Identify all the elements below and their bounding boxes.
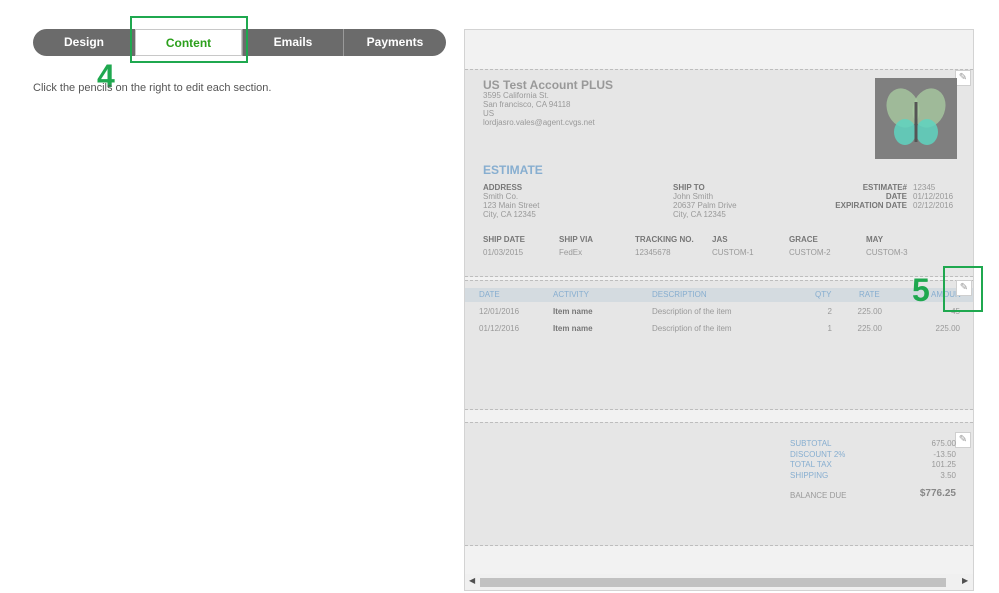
ship-date-label: SHIP DATE bbox=[483, 235, 525, 244]
custom-1-label: JAS bbox=[712, 235, 728, 244]
address-line3: City, CA 12345 bbox=[483, 210, 536, 219]
expiration-date-label: EXPIRATION DATE bbox=[835, 201, 907, 210]
horizontal-scrollbar[interactable]: ◀ ▶ bbox=[465, 574, 973, 590]
ship-to-label: SHIP TO bbox=[673, 183, 705, 192]
total-tax-value: 101.25 bbox=[931, 460, 956, 469]
item-1-date: 12/01/2016 bbox=[479, 307, 520, 316]
col-description: DESCRIPTION bbox=[652, 290, 707, 299]
scroll-right-icon[interactable]: ▶ bbox=[962, 576, 968, 585]
custom-1-value: CUSTOM-1 bbox=[712, 248, 754, 257]
tab-design[interactable]: Design bbox=[33, 29, 135, 56]
date-label: DATE bbox=[885, 192, 907, 201]
address-label: ADDRESS bbox=[483, 183, 523, 192]
col-qty: QTY bbox=[815, 290, 832, 299]
scroll-left-icon[interactable]: ◀ bbox=[469, 576, 475, 585]
items-header-row: DATE ACTIVITY DESCRIPTION QTY RATE AMOUN bbox=[465, 288, 973, 302]
item-2-description: Description of the item bbox=[652, 324, 732, 333]
item-2-activity: Item name bbox=[553, 324, 593, 333]
subtotal-value: 675.00 bbox=[931, 439, 956, 448]
item-1-rate: 225.00 bbox=[857, 307, 882, 316]
col-rate: RATE bbox=[859, 290, 880, 299]
estimate-number-label: ESTIMATE# bbox=[862, 183, 907, 192]
estimate-title: ESTIMATE bbox=[483, 163, 543, 177]
item-2-rate: 225.00 bbox=[857, 324, 882, 333]
items-pencil-highlight bbox=[943, 266, 983, 312]
scrollbar-thumb[interactable] bbox=[480, 578, 946, 587]
tracking-no-value: 12345678 bbox=[635, 248, 671, 257]
item-1-description: Description of the item bbox=[652, 307, 732, 316]
tab-payments[interactable]: Payments bbox=[343, 29, 446, 56]
balance-due-value: $776.25 bbox=[919, 488, 956, 499]
company-logo bbox=[875, 78, 957, 159]
estimate-preview: ✎ US Test Account PLUS 3595 California S… bbox=[464, 29, 974, 591]
ship-via-label: SHIP VIA bbox=[559, 235, 594, 244]
custom-2-label: GRACE bbox=[789, 235, 818, 244]
item-2-qty: 1 bbox=[827, 324, 832, 333]
step-5-annotation: 5 bbox=[912, 272, 930, 308]
item-2-amount: 225.00 bbox=[935, 324, 960, 333]
item-1-qty: 2 bbox=[827, 307, 832, 316]
company-name: US Test Account PLUS bbox=[483, 78, 614, 92]
ship-via-value: FedEx bbox=[559, 248, 583, 257]
shipping-value: 3.50 bbox=[940, 471, 956, 480]
tab-emails[interactable]: Emails bbox=[242, 29, 343, 56]
total-tax-label: TOTAL TAX bbox=[790, 460, 832, 469]
item-1-activity: Item name bbox=[553, 307, 593, 316]
edit-header-pencil-icon[interactable]: ✎ bbox=[955, 70, 971, 86]
expiration-date-value: 02/12/2016 bbox=[913, 201, 954, 210]
item-2-date: 01/12/2016 bbox=[479, 324, 520, 333]
balance-due-label: BALANCE DUE bbox=[790, 491, 847, 500]
instructions-text: Click the pencils on the right to edit e… bbox=[33, 82, 272, 94]
col-date: DATE bbox=[479, 290, 500, 299]
ship-to-line3: City, CA 12345 bbox=[673, 210, 726, 219]
company-address-line2: San francisco, CA 94118 bbox=[483, 100, 571, 109]
ship-date-value: 01/03/2015 bbox=[483, 248, 524, 257]
subtotal-label: SUBTOTAL bbox=[790, 439, 832, 448]
tracking-no-label: TRACKING NO. bbox=[635, 235, 694, 244]
shipping-label: SHIPPING bbox=[790, 471, 829, 480]
content-tab-highlight bbox=[130, 16, 248, 63]
custom-2-value: CUSTOM-2 bbox=[789, 248, 831, 257]
col-activity: ACTIVITY bbox=[553, 290, 590, 299]
company-email: lordjasro.vales@agent.cvgs.net bbox=[483, 118, 595, 127]
butterfly-logo-icon bbox=[886, 88, 946, 145]
discount-label: DISCOUNT 2% bbox=[790, 450, 846, 459]
discount-value: -13.50 bbox=[933, 450, 956, 459]
custom-3-value: CUSTOM-3 bbox=[866, 248, 908, 257]
custom-3-label: MAY bbox=[866, 235, 884, 244]
totals-section bbox=[465, 422, 973, 546]
edit-totals-pencil-icon[interactable]: ✎ bbox=[955, 432, 971, 448]
